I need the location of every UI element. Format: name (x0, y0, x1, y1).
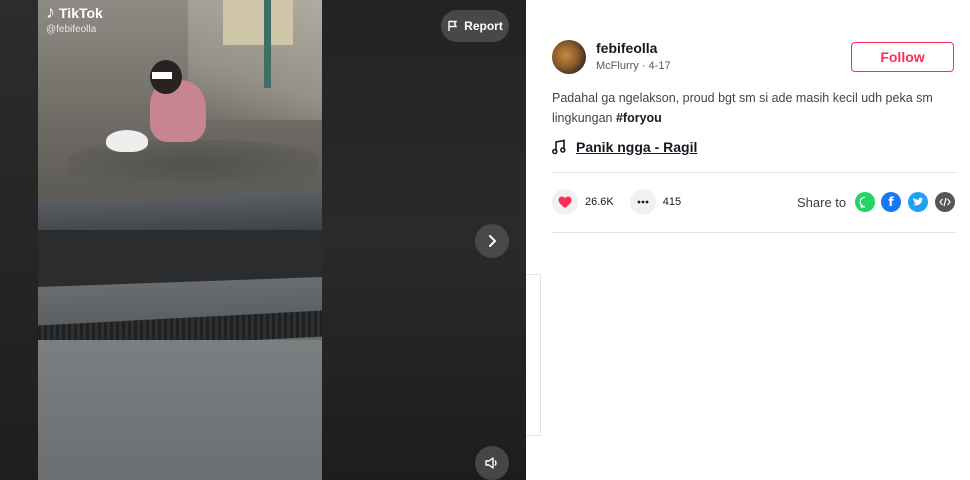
comment-icon (637, 200, 649, 204)
speaker-icon (485, 457, 497, 469)
watermark-handle: @febifeolla (46, 24, 97, 35)
tiktok-watermark: ♪ TikTok (46, 2, 103, 23)
engagement-stats: 26.6K 415 (552, 189, 681, 215)
panel-divider-box (526, 274, 541, 436)
follow-button[interactable]: Follow (851, 42, 954, 72)
report-button-label: Report (464, 19, 503, 33)
caption-text: Padahal ga ngelakson, proud bgt sm si ad… (552, 91, 933, 125)
video-frame[interactable] (38, 0, 322, 480)
comment-button[interactable] (629, 189, 656, 215)
video-scene-pole (264, 0, 271, 88)
twitter-icon[interactable] (908, 192, 928, 212)
author-username[interactable]: febifeolla (596, 40, 657, 56)
tiktok-logo-icon: ♪ (46, 2, 55, 22)
heart-icon (558, 196, 572, 208)
comment-count: 415 (662, 196, 682, 208)
volume-button[interactable] (475, 446, 509, 480)
music-title[interactable]: Panik ngga - Ragil (576, 139, 697, 155)
video-blur-background-left (0, 0, 38, 480)
music-note-icon (552, 139, 566, 155)
video-scene-wall (223, 0, 293, 45)
divider (552, 172, 956, 173)
video-scene-cat (106, 130, 148, 152)
report-button[interactable]: Report (441, 10, 509, 42)
video-scene-dashboard-lower (38, 340, 322, 480)
author-subtitle: McFlurry · 4-17 (596, 60, 671, 72)
face-censor-bar (152, 72, 172, 79)
avatar[interactable] (552, 40, 586, 74)
video-info-panel (526, 0, 970, 480)
like-button[interactable] (552, 189, 578, 215)
share-label: Share to (797, 195, 847, 210)
video-scene-puddle (68, 140, 318, 190)
divider (552, 232, 956, 233)
video-caption: Padahal ga ngelakson, proud bgt sm si ad… (552, 88, 957, 128)
hashtag-link[interactable]: #foryou (616, 111, 662, 125)
whatsapp-icon[interactable] (855, 192, 875, 212)
flag-icon (448, 20, 458, 31)
tiktok-brand-label: TikTok (59, 4, 103, 21)
chevron-right-icon (489, 235, 497, 247)
video-player[interactable]: ♪ TikTok @febifeolla Report (0, 0, 526, 480)
music-link[interactable]: Panik ngga - Ragil (552, 139, 697, 155)
next-video-button[interactable] (475, 224, 509, 258)
like-count: 26.6K (585, 196, 614, 208)
facebook-icon[interactable]: f (881, 192, 901, 212)
embed-icon[interactable] (935, 192, 955, 212)
